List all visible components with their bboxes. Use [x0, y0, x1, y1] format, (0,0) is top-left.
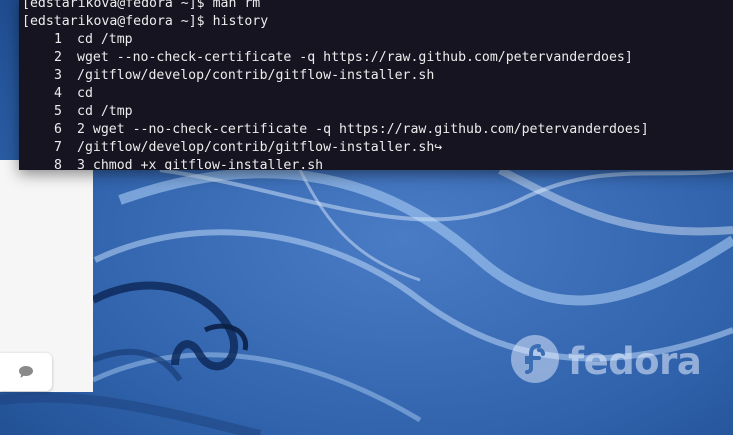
- history-command: /gitflow/develop/contrib/gitflow-install…: [77, 140, 443, 155]
- history-command: 2 wget --no-check-certificate -q https:/…: [77, 122, 649, 137]
- history-number: 8: [54, 158, 62, 170]
- history-command: /gitflow/develop/contrib/gitflow-install…: [77, 68, 435, 83]
- history-entry: 7/gitflow/develop/contrib/gitflow-instal…: [22, 139, 649, 157]
- history-entry: 4 cd: [22, 85, 649, 103]
- history-number: 7: [54, 140, 62, 155]
- terminal-command: man rm: [212, 0, 261, 11]
- history-command: cd /tmp: [77, 104, 133, 119]
- history-number: 5: [54, 104, 62, 119]
- terminal-prompt-line: [edstarikova@fedora ~]$ man rm: [22, 0, 649, 13]
- terminal-window[interactable]: [edstarikova@fedora ~]$ man rm [edstariko…: [19, 0, 733, 170]
- history-command: 3 chmod +x gitflow-installer.sh: [77, 158, 324, 170]
- history-entry: 2 wget --no-check-certificate -q https://…: [22, 49, 649, 67]
- chat-tab-button[interactable]: [0, 353, 52, 391]
- history-number: 4: [54, 86, 62, 101]
- terminal-output[interactable]: [edstarikova@fedora ~]$ man rm [edstariko…: [22, 0, 649, 170]
- history-entry: 3/gitflow/develop/contrib/gitflow-instal…: [22, 67, 649, 85]
- fedora-wordmark: fedora: [568, 339, 702, 383]
- history-number: 1: [54, 32, 62, 47]
- desktop: fedora [edstarikova@fedora ~]$ man rm [ed…: [0, 0, 733, 435]
- terminal-prompt: [edstarikova@fedora ~]$: [22, 0, 213, 11]
- history-command: cd /tmp: [77, 32, 133, 47]
- history-command: wget --no-check-certificate -q https://r…: [77, 50, 633, 65]
- history-entry: 5 cd /tmp: [22, 103, 649, 121]
- history-number: 6: [54, 122, 62, 137]
- fedora-infinity-icon: [510, 334, 560, 388]
- history-entry: 6 2 wget --no-check-certificate -q https:…: [22, 121, 649, 139]
- history-number: 2: [54, 50, 62, 65]
- history-command: cd: [77, 86, 93, 101]
- history-entry: 8 3 chmod +x gitflow-installer.sh: [22, 157, 649, 170]
- terminal-prompt-line: [edstarikova@fedora ~]$ history: [22, 13, 649, 31]
- fedora-logo: fedora: [510, 334, 702, 388]
- history-number: 3: [54, 68, 62, 83]
- history-entry: 1 cd /tmp: [22, 31, 649, 49]
- terminal-command: history: [212, 14, 269, 29]
- chat-bubble-icon: [18, 365, 34, 379]
- terminal-prompt: [edstarikova@fedora ~]$: [22, 14, 213, 29]
